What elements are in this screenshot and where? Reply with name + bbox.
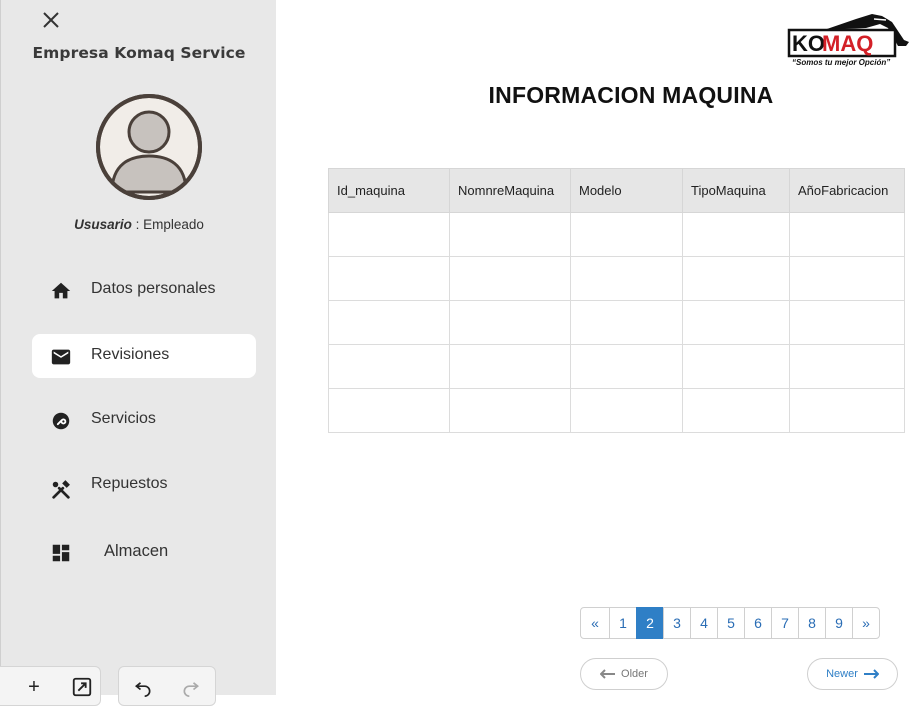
column-header: TipoMaquina [682, 168, 790, 213]
table-cell [449, 388, 571, 433]
table-cell [449, 212, 571, 257]
machine-table: Id_maquina NomnreMaquina Modelo TipoMaqu… [328, 168, 905, 433]
logo-tagline: “Somos tu mejor Opción” [792, 58, 890, 67]
page-9[interactable]: 9 [825, 607, 853, 639]
table-cell [682, 388, 790, 433]
table-cell [682, 256, 790, 301]
table-cell [570, 212, 683, 257]
arrow-right-icon [863, 669, 879, 679]
table-cell [570, 256, 683, 301]
sidebar-item-repuestos[interactable]: Repuestos [32, 463, 256, 507]
table-row [328, 300, 905, 345]
table-cell [328, 256, 450, 301]
older-button[interactable]: Older [580, 658, 668, 690]
sidebar-item-datos-personales[interactable]: Datos personales [32, 268, 256, 312]
table-cell [449, 256, 571, 301]
page-5[interactable]: 5 [717, 607, 745, 639]
page-next[interactable]: » [852, 607, 880, 639]
table-cell [570, 344, 683, 389]
newer-label: Newer [826, 668, 858, 680]
older-label: Older [621, 668, 648, 680]
page-4[interactable]: 4 [690, 607, 718, 639]
home-icon [50, 280, 72, 302]
page-prev[interactable]: « [580, 607, 610, 639]
newer-button[interactable]: Newer [807, 658, 898, 690]
undo-icon[interactable] [129, 673, 157, 701]
company-name: Empresa Komaq Service [32, 44, 246, 62]
page-8[interactable]: 8 [798, 607, 826, 639]
table-cell [328, 212, 450, 257]
table-cell [449, 344, 571, 389]
table-row [328, 344, 905, 389]
zoom-in-button[interactable]: + [20, 673, 48, 701]
sidebar-item-label: Almacen [104, 542, 169, 560]
table-cell [682, 212, 790, 257]
page-2-current[interactable]: 2 [636, 607, 664, 639]
table-cell [789, 212, 905, 257]
sidebar-item-almacen[interactable]: Almacen [32, 530, 256, 574]
table-cell [682, 300, 790, 345]
column-header: NomnreMaquina [449, 168, 571, 213]
table-cell [328, 300, 450, 345]
table-cell [789, 388, 905, 433]
user-label: Ususario [74, 217, 132, 232]
close-icon[interactable] [39, 8, 63, 32]
sidebar-item-label: Datos personales [91, 280, 216, 297]
table-cell [570, 388, 683, 433]
sidebar-item-label: Revisiones [91, 346, 170, 363]
table-row [328, 388, 905, 433]
table-cell [570, 300, 683, 345]
table-cell [328, 344, 450, 389]
tools-icon [50, 479, 72, 501]
avatar-icon [94, 92, 204, 202]
column-header: Id_maquina [328, 168, 450, 213]
table-cell [789, 300, 905, 345]
wrench-icon [50, 410, 72, 432]
table-row [328, 212, 905, 257]
table-row [328, 256, 905, 301]
sidebar-item-label: Repuestos [91, 475, 168, 492]
arrow-left-icon [600, 669, 616, 679]
column-header: AñoFabricacion [789, 168, 905, 213]
sidebar-item-servicios[interactable]: Servicios [32, 398, 256, 442]
sidebar-item-revisiones[interactable]: Revisiones [32, 334, 256, 378]
redo-icon[interactable] [177, 673, 205, 701]
brand-logo: KO MAQ “Somos tu mejor Opción” [786, 10, 910, 68]
logo-brand-ko: KO [792, 31, 825, 56]
pagination: « 1 2 3 4 5 6 7 8 9 » [580, 607, 880, 639]
mail-icon [50, 346, 72, 368]
table-cell [682, 344, 790, 389]
sidebar: Empresa Komaq Service Ususario : Emplead… [0, 0, 277, 706]
page-7[interactable]: 7 [771, 607, 799, 639]
dashboard-icon [50, 542, 72, 564]
table-cell [449, 300, 571, 345]
zoom-toolbar: + [0, 666, 101, 706]
sidebar-item-label: Servicios [91, 410, 156, 427]
table-cell [789, 344, 905, 389]
table-cell [328, 388, 450, 433]
page-1[interactable]: 1 [609, 607, 637, 639]
column-header: Modelo [570, 168, 683, 213]
history-toolbar [118, 666, 216, 706]
fit-screen-icon[interactable] [68, 673, 96, 701]
table-cell [789, 256, 905, 301]
logo-brand-maq: MAQ [822, 31, 873, 56]
page-6[interactable]: 6 [744, 607, 772, 639]
user-role-value: Empleado [143, 217, 204, 232]
table-header-row: Id_maquina NomnreMaquina Modelo TipoMaqu… [328, 168, 905, 213]
page-3[interactable]: 3 [663, 607, 691, 639]
user-separator: : [131, 217, 144, 232]
page-title: INFORMACION MAQUINA [488, 82, 774, 108]
user-role: Ususario : Empleado [1, 217, 277, 232]
